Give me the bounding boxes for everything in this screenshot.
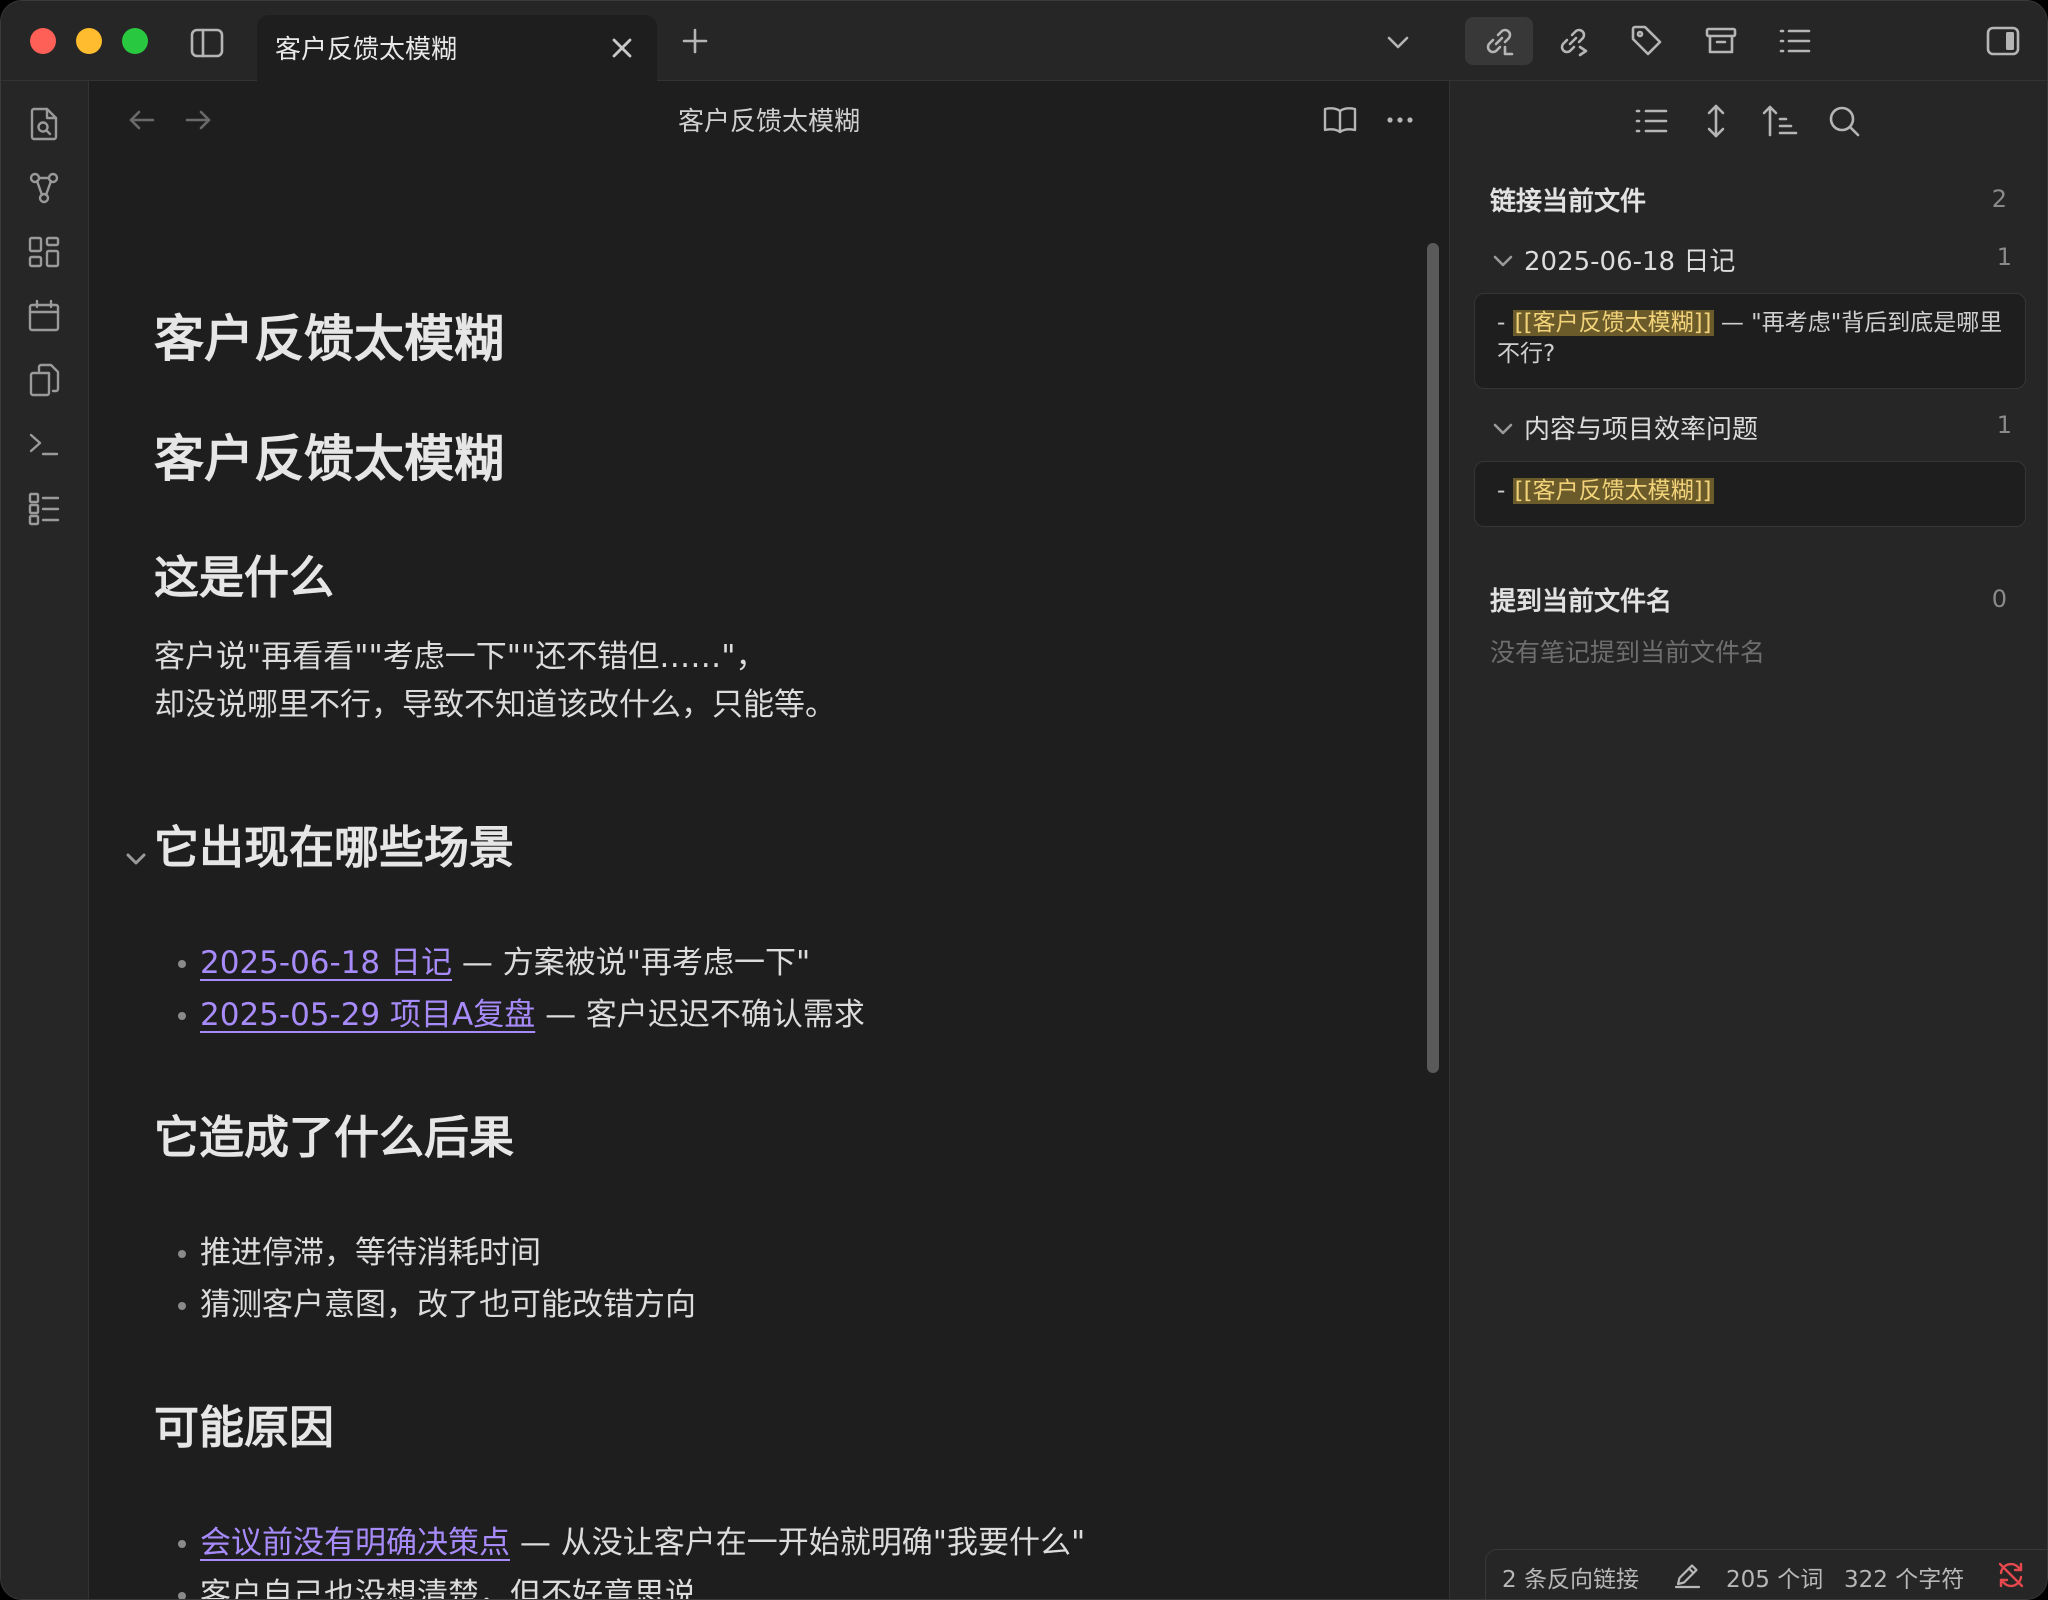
heading-what-is-it: 这是什么 — [154, 551, 335, 604]
minimize-window-button[interactable] — [76, 28, 102, 54]
unlinked-mentions-count: 0 — [1991, 585, 2007, 613]
command-terminal-icon[interactable] — [25, 425, 63, 463]
tab-list-chevron-down-icon[interactable] — [1381, 25, 1415, 59]
internal-link[interactable]: 会议前没有明确决策点 — [200, 1525, 510, 1561]
edit-pencil-icon[interactable] — [1672, 1560, 1702, 1590]
close-window-button[interactable] — [30, 28, 56, 54]
more-options-icon[interactable] — [1381, 101, 1419, 139]
tab-active-note[interactable]: 客户反馈太模糊 — [257, 15, 657, 81]
scrollbar-thumb[interactable] — [1427, 243, 1439, 1073]
toggle-right-sidebar-icon[interactable] — [1983, 21, 2023, 61]
internal-link[interactable]: 2025-06-18 日记 — [200, 945, 452, 981]
list-item: 2025-05-29 项目A复盘 — 客户迟迟不确认需求 — [178, 989, 865, 1041]
search-icon[interactable] — [1824, 101, 1864, 141]
templates-copy-icon[interactable] — [25, 361, 63, 399]
checklist-icon[interactable] — [25, 489, 63, 527]
heading-consequences: 它造成了什么后果 — [154, 1111, 515, 1164]
backlinks-sidebar: 链接当前文件 2 2025-06-18 日记 1 - [[客户反馈太模糊]] —… — [1449, 81, 2047, 1599]
group-chevron-down-icon[interactable] — [1490, 248, 1516, 274]
backlink-group-title[interactable]: 2025-06-18 日记 — [1524, 241, 1735, 278]
backlink-match-snippet[interactable]: - [[客户反馈太模糊]] — [1474, 461, 2026, 527]
new-tab-icon[interactable] — [677, 23, 713, 59]
scenarios-list: 2025-06-18 日记 — 方案被说"再考虑一下" 2025-05-29 项… — [178, 937, 865, 1041]
backlinks-panel-icon[interactable] — [1465, 17, 1533, 65]
toggle-left-sidebar-icon[interactable] — [187, 23, 227, 63]
heading-main: 客户反馈太模糊 — [154, 430, 504, 488]
close-tab-icon[interactable] — [607, 33, 637, 63]
editor-pane: 客户反馈太模糊 客户反馈太模糊 客户反馈太模糊 这是什么 客户说"再看看""考虑… — [89, 81, 1449, 1599]
heading-scenarios: 它出现在哪些场景 — [126, 811, 515, 876]
inline-title[interactable]: 客户反馈太模糊 — [154, 299, 504, 371]
app-window: 客户反馈太模糊 客户反馈太模糊 客户反馈太模糊 客户反馈太模糊 这是什么 客户说… — [0, 0, 2048, 1600]
list-item-text: — 方案被说"再考虑一下" — [452, 945, 811, 981]
status-bar: 2 条反向链接 205 个词 322 个字符 — [1485, 1549, 2047, 1599]
status-word-count: 205 个词 — [1726, 1567, 1824, 1593]
highlighted-link[interactable]: [[客户反馈太模糊]] — [1512, 310, 1714, 336]
backlink-group-2[interactable]: 内容与项目效率问题 1 — [1490, 409, 2012, 449]
list-item-text: — 客户迟迟不确认需求 — [535, 997, 865, 1033]
outgoing-links-icon[interactable] — [1553, 21, 1593, 61]
highlighted-link[interactable]: [[客户反馈太模糊]] — [1512, 478, 1714, 504]
list-item: 2025-06-18 日记 — 方案被说"再考虑一下" — [178, 937, 865, 989]
backlink-group-1[interactable]: 2025-06-18 日记 1 — [1490, 241, 2012, 281]
archive-icon[interactable] — [1701, 21, 1741, 61]
group-chevron-down-icon[interactable] — [1490, 416, 1516, 442]
outline-list-icon[interactable] — [1775, 21, 1815, 61]
graph-view-icon[interactable] — [25, 169, 63, 207]
reading-view-book-icon[interactable] — [1321, 101, 1359, 139]
calendar-icon[interactable] — [25, 297, 63, 335]
paragraph-line-2: 却没说哪里不行，导致不知道该改什么，只能等。 — [154, 687, 836, 723]
list-item-text: — 从没让客户在一开始就明确"我要什么" — [510, 1525, 1086, 1561]
linked-mentions-title[interactable]: 链接当前文件 — [1490, 181, 1646, 218]
view-header-title[interactable]: 客户反馈太模糊 — [89, 101, 1449, 138]
collapse-results-list-icon[interactable] — [1632, 101, 1672, 141]
backlink-group-count: 1 — [1996, 243, 2012, 271]
editor-scrollbar[interactable] — [1427, 161, 1439, 1599]
heading-scenarios-text: 它出现在哪些场景 — [154, 821, 515, 874]
title-bar: 客户反馈太模糊 — [1, 1, 2047, 81]
list-item: 猜测客户意图，改了也可能改错方向 — [178, 1279, 696, 1331]
sort-order-icon[interactable] — [1760, 101, 1800, 141]
file-search-icon[interactable] — [25, 105, 63, 143]
internal-link[interactable]: 2025-05-29 项目A复盘 — [200, 997, 535, 1033]
sync-error-icon[interactable] — [1996, 1560, 2026, 1590]
backlink-group-title[interactable]: 内容与项目效率问题 — [1524, 409, 1758, 446]
tags-icon[interactable] — [1627, 21, 1667, 61]
snippet-prefix: - — [1497, 478, 1513, 504]
backlink-match-snippet[interactable]: - [[客户反馈太模糊]] — "再考虑"背后到底是哪里不行? — [1474, 293, 2026, 389]
list-item: 客户自己也没想清楚，但不好意思说 — [178, 1569, 1085, 1599]
list-item: 会议前没有明确决策点 — 从没让客户在一开始就明确"我要什么" — [178, 1517, 1085, 1569]
heading-causes: 可能原因 — [154, 1401, 335, 1454]
expand-vertical-arrows-icon[interactable] — [1696, 101, 1736, 141]
canvas-grid-icon[interactable] — [25, 233, 63, 271]
list-item: 推进停滞，等待消耗时间 — [178, 1227, 696, 1279]
backlink-group-count: 1 — [1996, 411, 2012, 439]
status-char-count: 322 个字符 — [1844, 1567, 1965, 1593]
fold-chevron-down-icon[interactable] — [122, 831, 150, 865]
left-ribbon — [1, 81, 89, 1599]
linked-mentions-count: 2 — [1991, 185, 2007, 213]
unlinked-empty-message: 没有笔记提到当前文件名 — [1490, 638, 1766, 667]
consequences-list: 推进停滞，等待消耗时间 猜测客户意图，改了也可能改错方向 — [178, 1227, 696, 1331]
unlinked-mentions-title[interactable]: 提到当前文件名 — [1490, 581, 1672, 618]
snippet-prefix: - — [1497, 310, 1513, 336]
status-backlinks-count[interactable]: 2 条反向链接 — [1502, 1560, 1639, 1594]
paragraph-line-1: 客户说"再看看""考虑一下""还不错但……"， — [154, 639, 767, 675]
tab-title: 客户反馈太模糊 — [275, 35, 458, 65]
causes-list: 会议前没有明确决策点 — 从没让客户在一开始就明确"我要什么" 客户自己也没想清… — [178, 1517, 1085, 1599]
zoom-window-button[interactable] — [122, 28, 148, 54]
